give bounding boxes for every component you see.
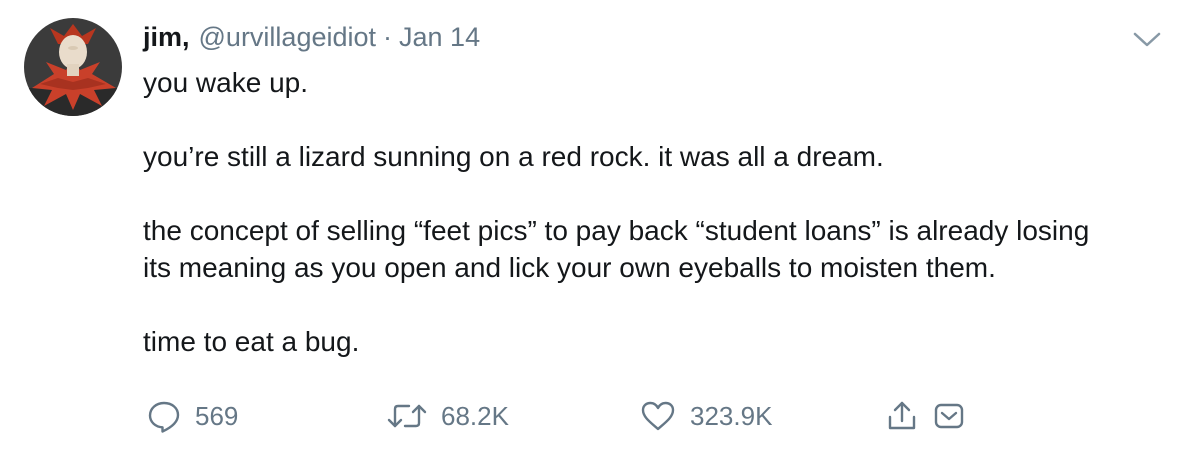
action-bar: 569 68.2K 323.9K: [0, 396, 1190, 436]
tweet-paragraph: the concept of selling “feet pics” to pa…: [143, 215, 1090, 283]
display-name[interactable]: jim,: [143, 22, 190, 53]
share-icon: [885, 399, 919, 433]
direct-message-icon: [932, 399, 966, 433]
tweet-text: you wake up. you’re still a lizard sunni…: [143, 64, 1163, 397]
avatar[interactable]: [24, 18, 122, 116]
tweet-paragraph: you wake up.: [143, 67, 308, 98]
chevron-down-icon[interactable]: [1130, 28, 1164, 52]
retweet-count: 68.2K: [441, 400, 509, 431]
share-button[interactable]: [885, 396, 919, 436]
direct-message-button[interactable]: [932, 396, 966, 436]
tweet-header: jim, @urvillageidiot · Jan 14: [143, 22, 480, 58]
reply-count: 569: [195, 400, 239, 431]
tweet-paragraph: time to eat a bug.: [143, 326, 360, 357]
separator-dot: ·: [383, 22, 393, 52]
like-count: 323.9K: [690, 400, 773, 431]
tweet-card[interactable]: jim, @urvillageidiot · Jan 14 you wake u…: [0, 0, 1190, 472]
like-button[interactable]: 323.9K: [640, 396, 772, 436]
user-handle[interactable]: @urvillageidiot: [199, 22, 377, 53]
retweet-button[interactable]: 68.2K: [387, 396, 509, 436]
reply-button[interactable]: 569: [147, 396, 238, 436]
retweet-icon: [387, 401, 427, 431]
reply-icon: [147, 399, 181, 433]
avatar-image: [24, 18, 122, 116]
heart-icon: [640, 400, 676, 432]
tweet-paragraph: you’re still a lizard sunning on a red r…: [143, 141, 884, 172]
tweet-date[interactable]: Jan 14: [399, 22, 480, 53]
